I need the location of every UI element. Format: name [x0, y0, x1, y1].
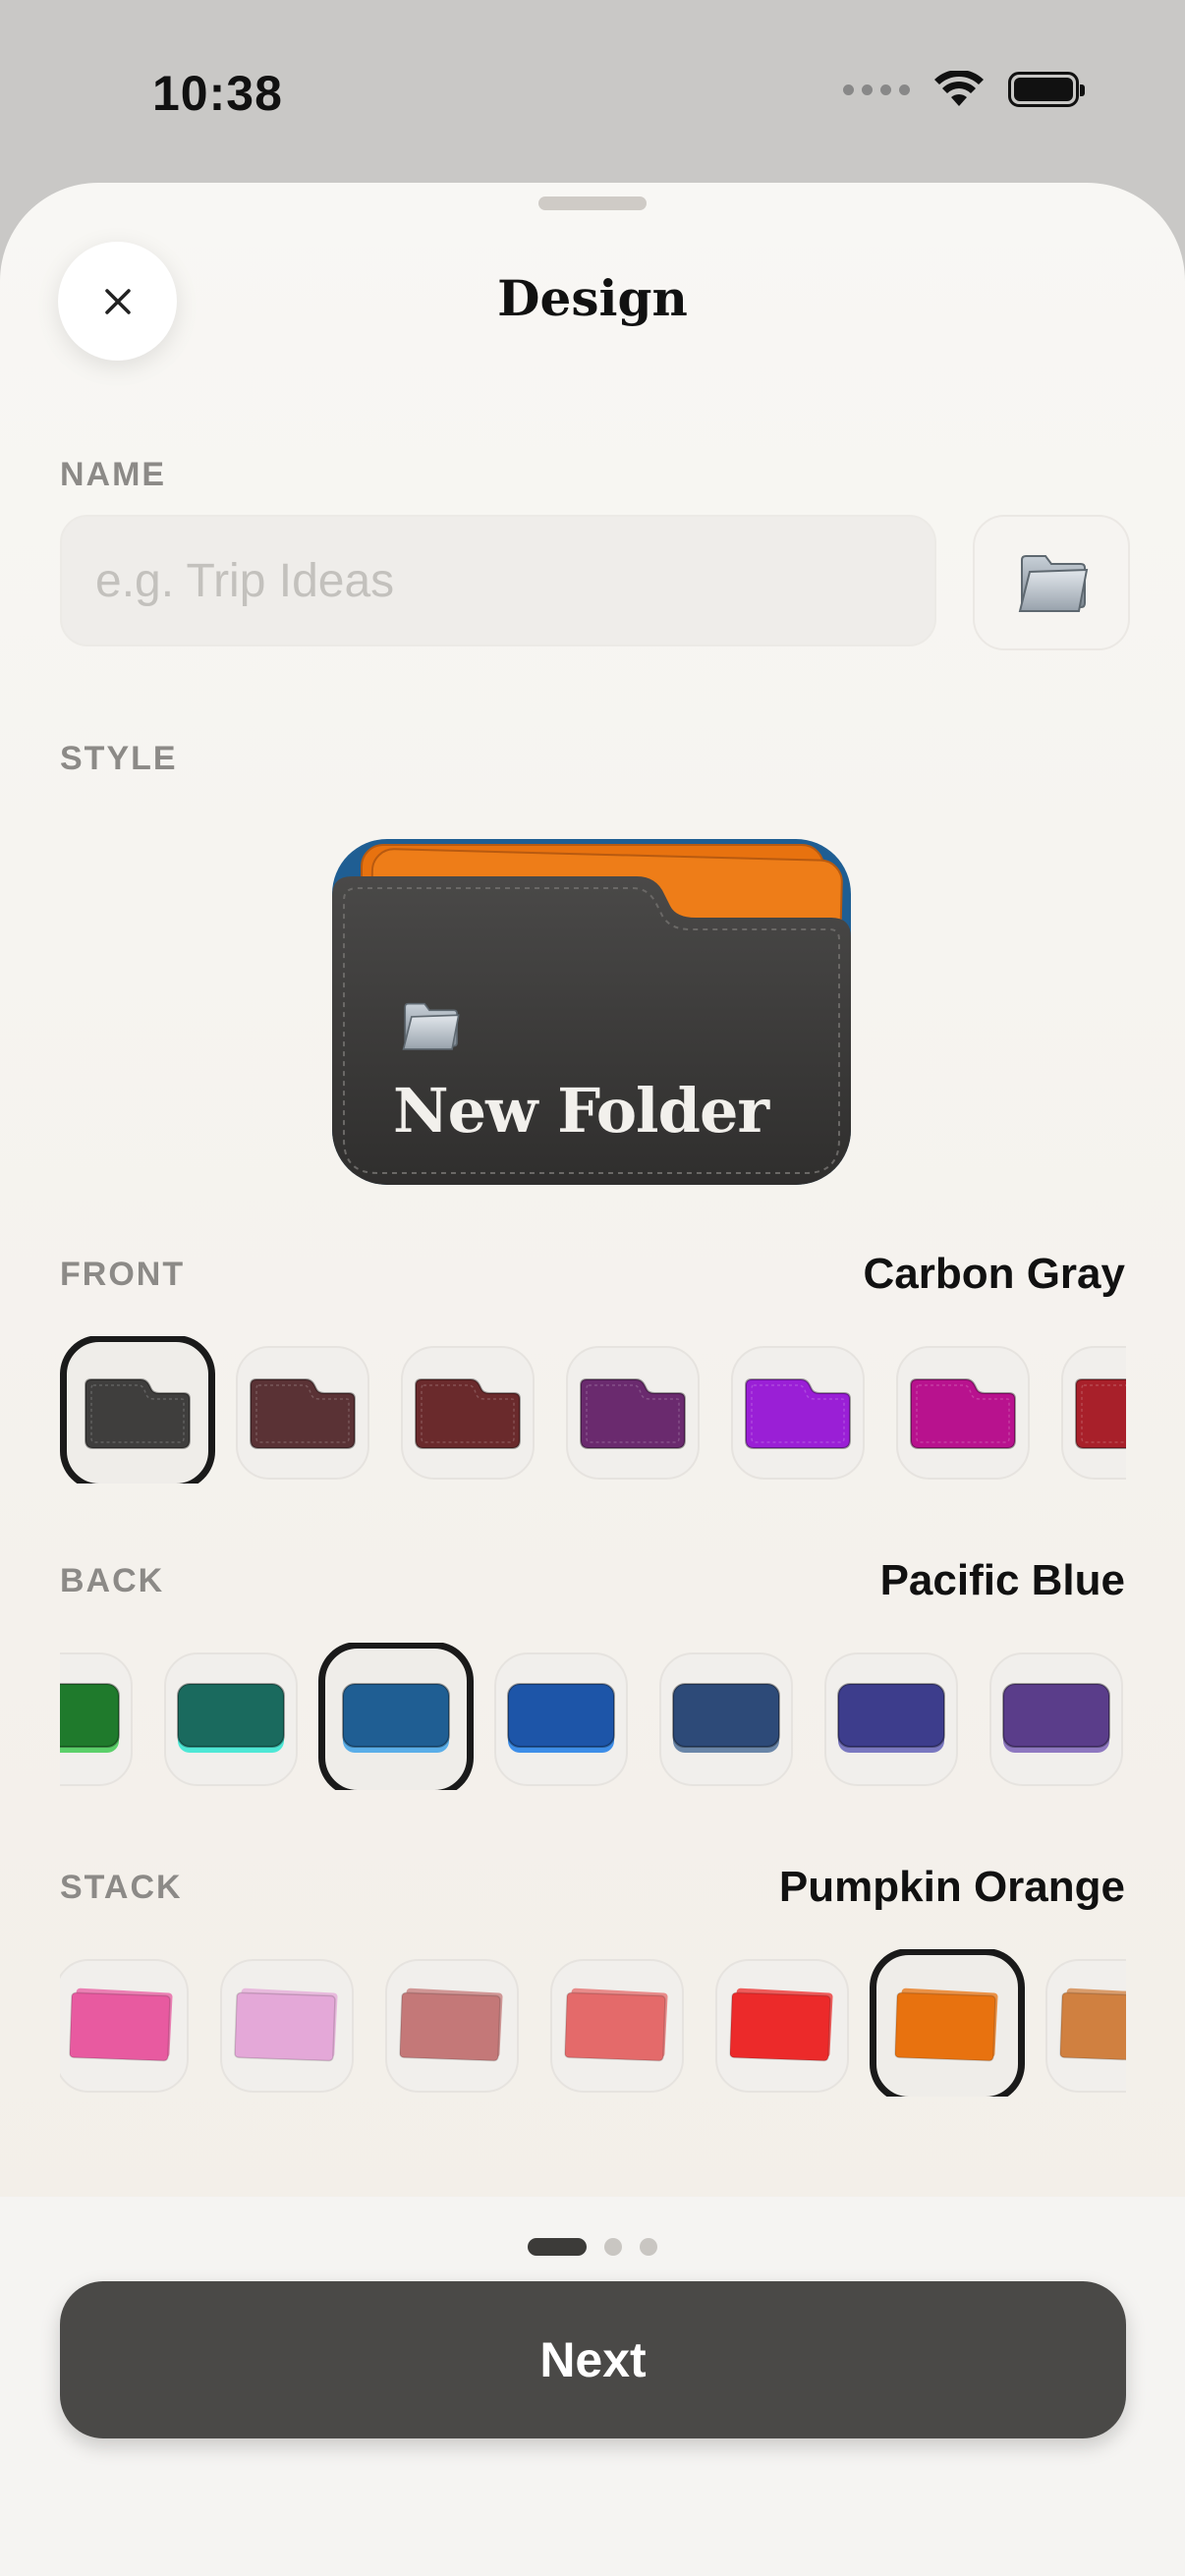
front-color-swatch-graphic: [745, 1378, 851, 1449]
back-color-swatch-5[interactable]: [824, 1652, 958, 1786]
folder-preview: New Folder: [332, 839, 851, 1185]
stack-color-swatch-graphic: [564, 1988, 668, 2062]
stack-color-swatch-graphic: [234, 1988, 338, 2062]
front-label: FRONT: [60, 1256, 186, 1293]
folder-icon: [1018, 555, 1089, 612]
sheet-title: Design: [497, 269, 688, 327]
back-color-swatch-graphic: [507, 1683, 615, 1753]
preview-folder-title: New Folder: [393, 1075, 769, 1147]
page-dot: [604, 2238, 622, 2256]
stack-color-swatch-graphic: [894, 1988, 998, 2062]
front-color-swatch-5[interactable]: [896, 1346, 1030, 1480]
back-color-swatch-graphic: [837, 1683, 945, 1753]
stack-color-swatch-4[interactable]: [715, 1959, 849, 2093]
stack-color-swatch-graphic: [69, 1988, 173, 2062]
page-dot: [528, 2238, 587, 2256]
back-color-swatch-2[interactable]: [318, 1643, 474, 1790]
cellular-signal-icon: [843, 84, 910, 95]
stack-color-swatch-graphic: [729, 1988, 833, 2062]
back-label: BACK: [60, 1562, 165, 1599]
stack-color-row: [60, 1949, 1126, 2097]
front-selected-name: Carbon Gray: [863, 1250, 1125, 1298]
stack-color-swatch-graphic: [399, 1988, 503, 2062]
back-color-swatch-0[interactable]: [60, 1652, 133, 1786]
name-input[interactable]: [60, 515, 936, 646]
page-dot: [640, 2238, 657, 2256]
back-color-swatch-graphic: [342, 1683, 450, 1753]
back-color-swatch-graphic: [177, 1683, 285, 1753]
name-label: NAME: [60, 456, 167, 493]
front-color-swatch-graphic: [250, 1378, 356, 1449]
stack-label: STACK: [60, 1869, 183, 1906]
back-selected-name: Pacific Blue: [879, 1556, 1125, 1604]
status-bar: 10:38: [0, 0, 1185, 187]
front-color-swatch-graphic: [415, 1378, 521, 1449]
back-color-swatch-3[interactable]: [494, 1652, 628, 1786]
front-color-swatch-graphic: [1075, 1378, 1126, 1449]
back-color-swatch-4[interactable]: [659, 1652, 793, 1786]
stack-selected-name: Pumpkin Orange: [778, 1863, 1125, 1911]
front-color-swatch-graphic: [580, 1378, 686, 1449]
front-color-swatch-2[interactable]: [401, 1346, 535, 1480]
stack-color-swatch-graphic: [1059, 1988, 1126, 2062]
front-color-swatch-graphic: [910, 1378, 1016, 1449]
stack-color-swatch-0[interactable]: [60, 1959, 189, 2093]
front-color-row: [60, 1336, 1126, 1484]
front-color-swatch-graphic: [85, 1378, 191, 1449]
status-time: 10:38: [152, 66, 283, 121]
stack-color-swatch-2[interactable]: [385, 1959, 519, 2093]
stack-color-swatch-3[interactable]: [550, 1959, 684, 2093]
back-color-swatch-graphic: [60, 1683, 120, 1753]
battery-icon: [1008, 72, 1085, 107]
front-color-swatch-0[interactable]: [60, 1336, 215, 1484]
back-color-row: [60, 1643, 1126, 1790]
front-color-swatch-6[interactable]: [1061, 1346, 1126, 1480]
back-color-swatch-1[interactable]: [164, 1652, 298, 1786]
stack-color-swatch-1[interactable]: [220, 1959, 354, 2093]
front-color-swatch-4[interactable]: [731, 1346, 865, 1480]
wifi-icon: [934, 71, 984, 106]
stack-color-swatch-5[interactable]: [870, 1949, 1025, 2097]
status-icons: [843, 71, 1085, 108]
front-color-swatch-3[interactable]: [566, 1346, 700, 1480]
back-color-swatch-graphic: [672, 1683, 780, 1753]
stack-color-swatch-6[interactable]: [1045, 1959, 1126, 2093]
folder-icon-picker-button[interactable]: [973, 515, 1130, 650]
page-indicator: [0, 2238, 1185, 2256]
style-label: STYLE: [60, 740, 178, 777]
back-color-swatch-graphic: [1002, 1683, 1110, 1753]
front-color-swatch-1[interactable]: [236, 1346, 369, 1480]
next-button[interactable]: Next: [60, 2281, 1126, 2438]
preview-folder-icon: [397, 996, 462, 1060]
sheet-grabber[interactable]: [538, 196, 647, 210]
back-color-swatch-6[interactable]: [989, 1652, 1123, 1786]
